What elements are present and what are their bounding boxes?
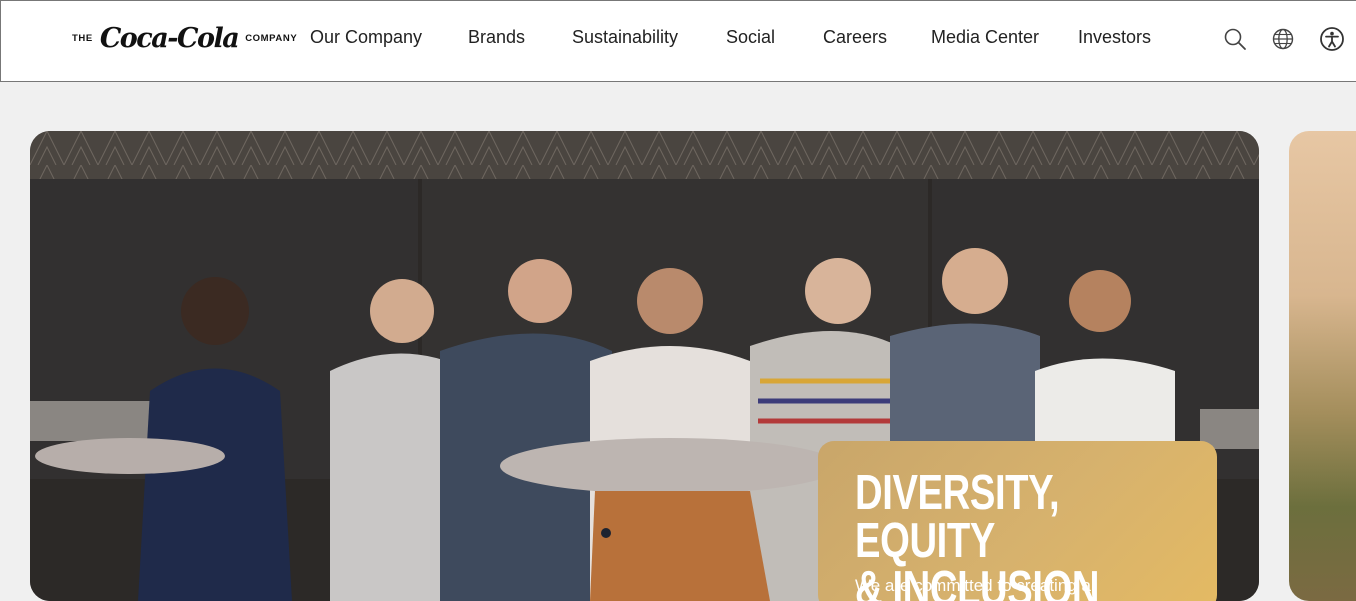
nav-careers[interactable]: Careers (823, 27, 887, 51)
next-slide-preview[interactable] (1289, 131, 1356, 601)
site-header: THE Coca-Cola COMPANY Our Company Brands… (0, 0, 1356, 82)
card-description: We are committed to creating a (855, 576, 1091, 595)
dei-promo-card[interactable]: DIVERSITY, EQUITY & INCLUSION We are com… (818, 441, 1217, 601)
globe-icon[interactable] (1270, 26, 1296, 52)
nav-sustainability[interactable]: Sustainability (572, 27, 678, 51)
hero-banner[interactable]: DIVERSITY, EQUITY & INCLUSION We are com… (30, 131, 1259, 601)
logo-script: Coca-Cola (99, 22, 240, 54)
search-icon[interactable] (1222, 26, 1248, 52)
company-logo[interactable]: THE Coca-Cola COMPANY (72, 21, 297, 55)
logo-prefix: THE (72, 32, 93, 44)
nav-investors[interactable]: Investors (1078, 27, 1151, 51)
nav-social[interactable]: Social (726, 27, 775, 51)
accessibility-icon[interactable] (1319, 26, 1345, 52)
logo-suffix: COMPANY (245, 32, 298, 44)
nav-brands[interactable]: Brands (468, 27, 525, 51)
nav-our-company[interactable]: Our Company (310, 27, 422, 51)
nav-media-center[interactable]: Media Center (931, 27, 1039, 51)
